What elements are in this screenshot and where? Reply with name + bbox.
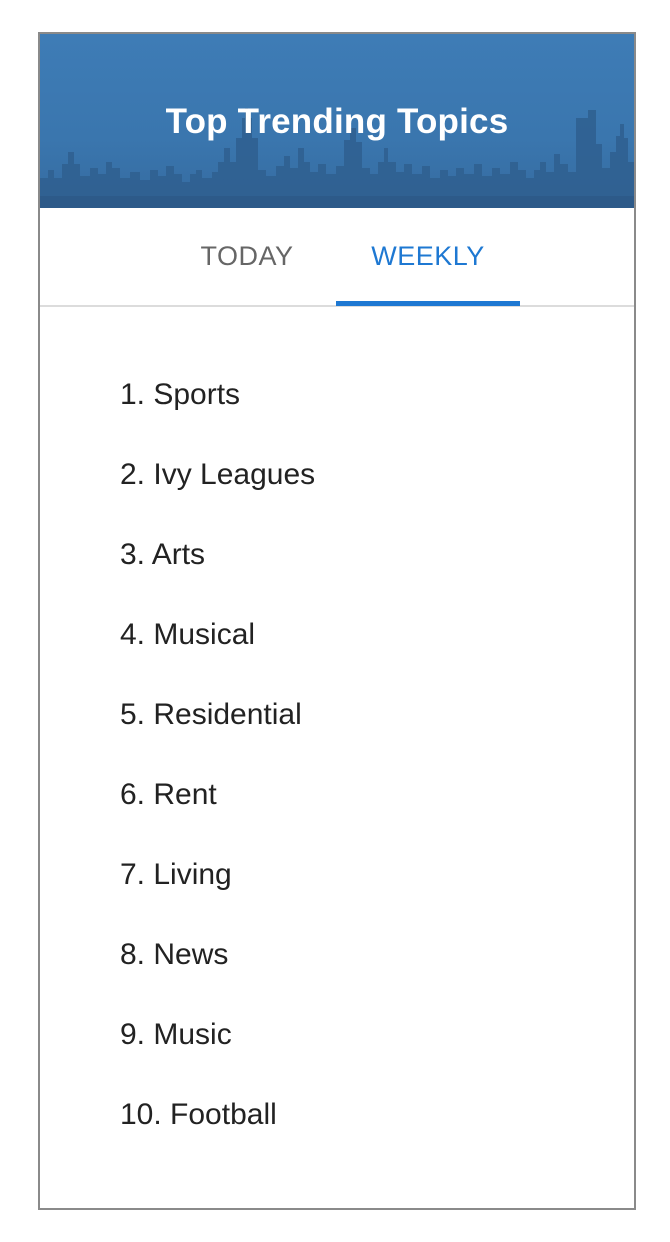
- list-item[interactable]: 2. Ivy Leagues: [120, 450, 315, 530]
- topic-list: 1. Sports 2. Ivy Leagues 3. Arts 4. Musi…: [120, 370, 315, 1170]
- list-item[interactable]: 7. Living: [120, 850, 315, 930]
- list-item[interactable]: 4. Musical: [120, 610, 315, 690]
- active-tab-indicator: [336, 301, 520, 306]
- tab-weekly[interactable]: WEEKLY: [336, 208, 520, 305]
- city-skyline-image: [40, 108, 634, 208]
- list-item[interactable]: 10. Football: [120, 1090, 315, 1170]
- list-item[interactable]: 6. Rent: [120, 770, 315, 850]
- list-item[interactable]: 3. Arts: [120, 530, 315, 610]
- page-title: Top Trending Topics: [165, 102, 509, 141]
- period-tabs: TODAY WEEKLY: [40, 208, 634, 307]
- trending-topics-card: Top Trending Topics TODAY WEEKLY 1. Spor…: [38, 32, 636, 1210]
- header-banner: Top Trending Topics: [40, 34, 634, 208]
- list-item[interactable]: 1. Sports: [120, 370, 315, 450]
- tab-today[interactable]: TODAY: [162, 208, 332, 305]
- list-item[interactable]: 5. Residential: [120, 690, 315, 770]
- list-item[interactable]: 9. Music: [120, 1010, 315, 1090]
- list-item[interactable]: 8. News: [120, 930, 315, 1010]
